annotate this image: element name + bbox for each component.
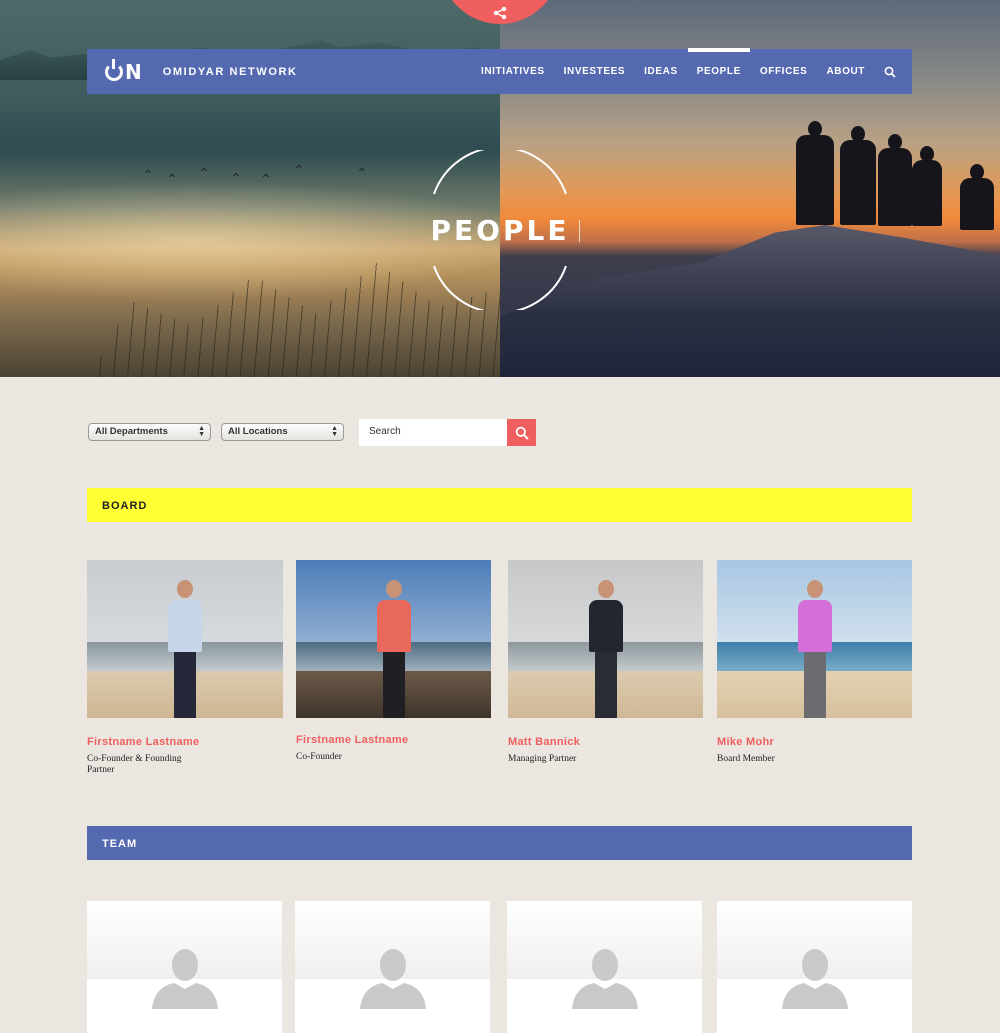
nav-offices[interactable]: OFFICES xyxy=(760,49,808,94)
board-member-title: Board Member xyxy=(717,754,775,764)
board-member-photo[interactable] xyxy=(508,560,703,718)
logo-text: OMIDYAR NETWORK xyxy=(162,65,298,78)
logo-mark: N xyxy=(105,58,143,84)
select-arrows-icon: ▲ ▼ xyxy=(331,425,338,438)
board-member-photo[interactable] xyxy=(717,560,912,718)
avatar-placeholder-icon xyxy=(139,937,231,1009)
nav-about[interactable]: ABOUT xyxy=(826,49,865,94)
location-select-value: All Locations xyxy=(228,426,288,437)
nav-ideas[interactable]: IDEAS xyxy=(644,49,678,94)
hero-divider xyxy=(579,220,580,242)
select-arrows-icon: ▲ ▼ xyxy=(198,425,205,438)
top-navbar: N OMIDYAR NETWORK INITIATIVES INVESTEES … xyxy=(87,48,912,94)
search-input[interactable]: Search xyxy=(359,419,507,446)
board-member-card: Mike Mohr Board Member xyxy=(717,560,912,765)
board-member-photo[interactable] xyxy=(87,560,283,718)
search-icon[interactable] xyxy=(884,66,896,78)
avatar-placeholder-icon xyxy=(559,937,651,1009)
logo[interactable]: N OMIDYAR NETWORK xyxy=(105,58,298,84)
search-icon xyxy=(515,426,529,440)
team-member-card[interactable] xyxy=(507,901,702,1033)
board-member-photo[interactable] xyxy=(296,560,491,718)
avatar-placeholder-icon xyxy=(347,937,439,1009)
team-member-card[interactable] xyxy=(295,901,490,1033)
board-member-card: Firstname Lastname Co-Founder xyxy=(296,560,491,763)
share-icon xyxy=(493,6,507,20)
nav-menu: INITIATIVES INVESTEES IDEAS PEOPLE OFFIC… xyxy=(481,48,912,94)
search-button[interactable] xyxy=(507,419,536,446)
team-section-heading: TEAM xyxy=(87,826,912,860)
board-member-name[interactable]: Matt Bannick xyxy=(508,736,703,748)
nav-investees[interactable]: INVESTEES xyxy=(564,49,626,94)
team-member-card[interactable] xyxy=(717,901,912,1033)
board-member-name[interactable]: Mike Mohr xyxy=(717,736,912,748)
board-member-title: Co-Founder xyxy=(296,752,342,762)
department-select[interactable]: All Departments ▲ ▼ xyxy=(88,423,211,441)
team-member-card[interactable] xyxy=(87,901,282,1033)
nav-people[interactable]: PEOPLE xyxy=(687,48,751,94)
location-select[interactable]: All Locations ▲ ▼ xyxy=(221,423,344,441)
board-member-card: Firstname Lastname Co-Founder & Founding… xyxy=(87,560,283,776)
board-member-name[interactable]: Firstname Lastname xyxy=(296,734,491,746)
hero-title-ring: PEOPLE xyxy=(430,150,570,310)
department-select-value: All Departments xyxy=(95,426,168,437)
board-member-name[interactable]: Firstname Lastname xyxy=(87,736,283,748)
nav-initiatives[interactable]: INITIATIVES xyxy=(481,49,545,94)
board-member-card: Matt Bannick Managing Partner xyxy=(508,560,703,765)
avatar-placeholder-icon xyxy=(769,937,861,1009)
page-title: PEOPLE xyxy=(430,214,570,247)
board-member-title: Managing Partner xyxy=(508,754,577,764)
board-member-title: Co-Founder & Founding Partner xyxy=(87,754,182,775)
board-section-heading: BOARD xyxy=(87,488,912,522)
